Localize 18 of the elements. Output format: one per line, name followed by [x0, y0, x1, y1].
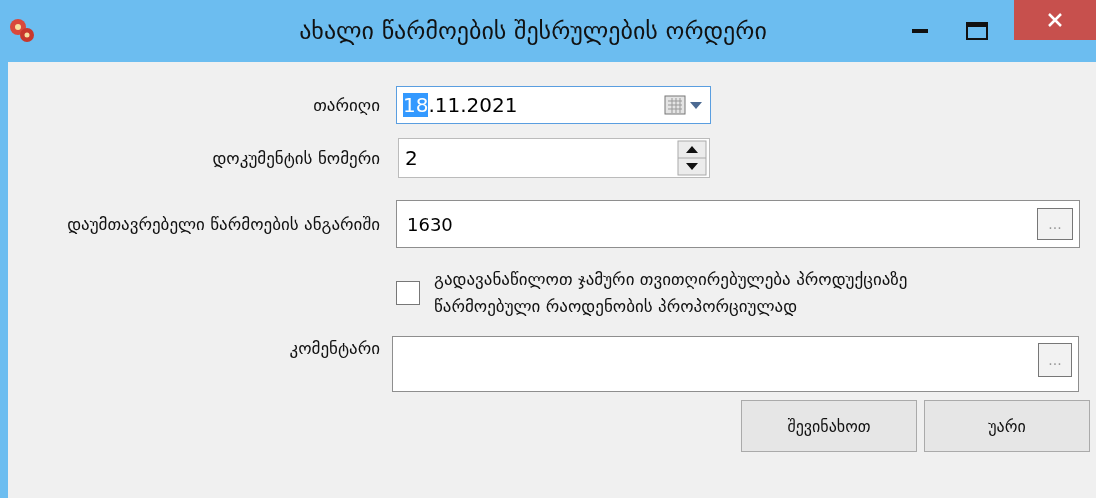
account-field[interactable]: 1630 ... — [396, 200, 1080, 248]
maximize-icon[interactable] — [966, 22, 988, 40]
checkbox[interactable] — [396, 281, 420, 306]
field-label: თარიღი — [312, 93, 381, 117]
cancel-button[interactable]: უარი — [924, 400, 1090, 453]
calendar-dropdown-icon[interactable] — [664, 94, 704, 116]
date-field[interactable]: 18.11.2021 — [396, 86, 711, 124]
gears-icon — [8, 17, 36, 45]
field-label: დოკუმენტის ნომერი — [211, 146, 381, 170]
checkbox-label: გადავანაწილოთ ჯამური თვითღირებულება პროდუქციაზე წარმოებული რაოდენობის პროპორციულად — [434, 268, 909, 319]
field-label: დაუმთავრებელი წარმოების ანგარიში — [66, 212, 381, 236]
field-label: კომენტარი — [288, 337, 381, 361]
save-button[interactable]: შევინახოთ — [741, 400, 917, 453]
number-field[interactable]: 2 — [398, 138, 710, 178]
close-icon — [1047, 12, 1063, 28]
minimize-icon[interactable] — [910, 28, 930, 34]
window-title: ახალი წარმოების შესრულების ორდერი — [298, 17, 768, 45]
spin-arrows-icon[interactable] — [677, 140, 707, 176]
